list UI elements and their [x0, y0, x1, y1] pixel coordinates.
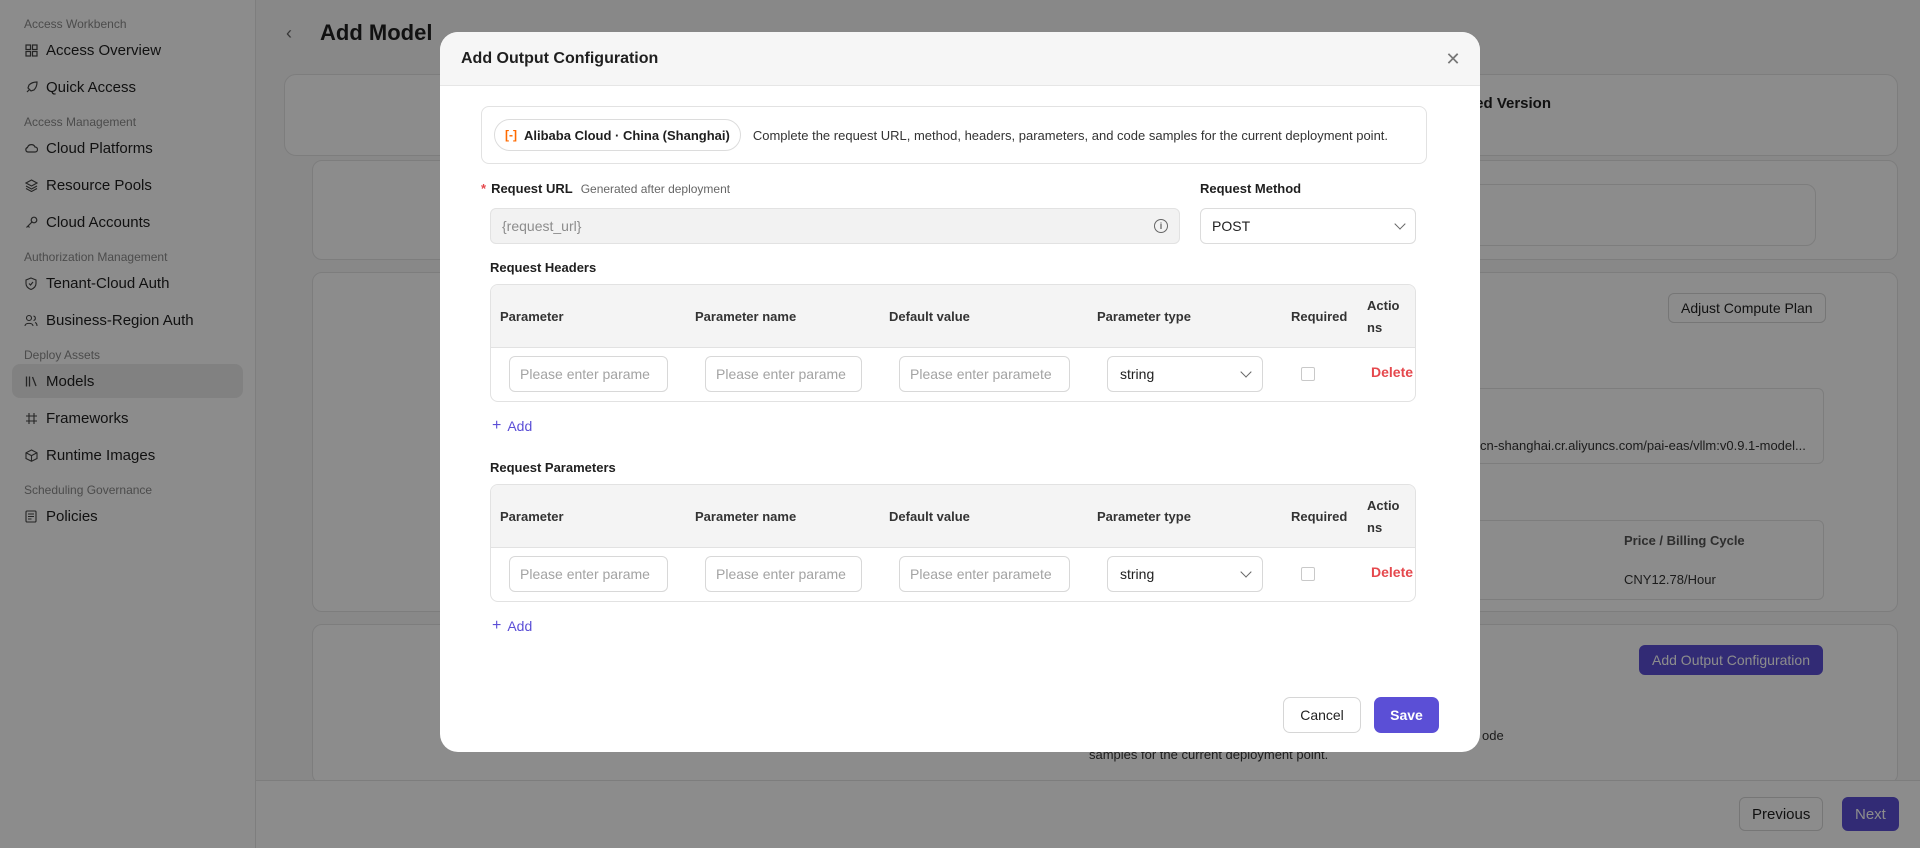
region-label: Alibaba Cloud · China (Shanghai)	[524, 127, 730, 143]
alibaba-cloud-icon: [-]	[505, 128, 517, 142]
parameter-input[interactable]: Please enter parame	[509, 556, 668, 592]
request-url-input[interactable]: {request_url} i	[490, 208, 1180, 244]
required-checkbox[interactable]	[1301, 367, 1315, 381]
parameter-type-value: string	[1120, 366, 1155, 382]
chevron-down-icon	[1240, 566, 1252, 578]
column-header: Parameter	[500, 308, 564, 324]
table-row: Please enter parame Please enter parame …	[491, 548, 1415, 601]
column-header: Parameter	[500, 508, 564, 524]
chevron-down-icon	[1394, 218, 1406, 230]
column-header: Default value	[889, 508, 970, 524]
request-url-value: {request_url}	[502, 218, 582, 234]
save-button[interactable]: Save	[1374, 697, 1439, 733]
request-url-label-text: Request URL	[491, 181, 573, 196]
request-method-select[interactable]: POST	[1200, 208, 1416, 244]
add-output-configuration-dialog: Add Output Configuration ✕ [-] Alibaba C…	[440, 32, 1480, 752]
column-header: Default value	[889, 308, 970, 324]
column-header: Required	[1291, 308, 1348, 324]
plus-icon: +	[492, 617, 502, 634]
region-chip: [-] Alibaba Cloud · China (Shanghai)	[494, 119, 741, 151]
column-header: Parameter name	[695, 508, 797, 524]
request-method-label: Request Method	[1200, 181, 1302, 196]
parameter-name-input[interactable]: Please enter parame	[705, 556, 862, 592]
request-url-hint: Generated after deployment	[580, 182, 731, 196]
required-checkbox[interactable]	[1301, 567, 1315, 581]
request-url-label: * Request URL Generated after deployment	[481, 181, 730, 196]
info-icon[interactable]: i	[1154, 219, 1168, 233]
column-header: Actio ns	[1367, 297, 1400, 335]
add-label: Add	[507, 618, 533, 634]
parameter-type-select[interactable]: string	[1107, 556, 1263, 592]
table-header: Parameter Parameter name Default value P…	[491, 285, 1415, 348]
chevron-down-icon	[1240, 366, 1252, 378]
deployment-info-box: [-] Alibaba Cloud · China (Shanghai) Com…	[481, 106, 1427, 164]
info-text: Complete the request URL, method, header…	[752, 127, 1389, 143]
dialog-title: Add Output Configuration	[461, 49, 659, 67]
request-headers-table: Parameter Parameter name Default value P…	[490, 284, 1416, 402]
default-value-input[interactable]: Please enter paramete	[899, 556, 1070, 592]
delete-button[interactable]: Delete	[1371, 564, 1413, 580]
request-headers-title: Request Headers	[490, 260, 597, 275]
required-asterisk: *	[481, 181, 487, 196]
default-value-input[interactable]: Please enter paramete	[899, 356, 1070, 392]
table-row: Please enter parame Please enter parame …	[491, 348, 1415, 401]
request-parameters-title: Request Parameters	[490, 460, 616, 475]
parameter-name-input[interactable]: Please enter parame	[705, 356, 862, 392]
delete-button[interactable]: Delete	[1371, 364, 1413, 380]
column-header: Parameter type	[1097, 308, 1191, 324]
add-header-button[interactable]: + Add	[492, 417, 532, 435]
dialog-header: Add Output Configuration	[440, 32, 1480, 86]
request-method-value: POST	[1212, 218, 1251, 234]
column-header: Required	[1291, 508, 1348, 524]
close-icon[interactable]: ✕	[1444, 50, 1462, 68]
add-label: Add	[507, 418, 533, 434]
parameter-type-value: string	[1120, 566, 1155, 582]
column-header: Parameter name	[695, 308, 797, 324]
plus-icon: +	[492, 417, 502, 434]
request-parameters-table: Parameter Parameter name Default value P…	[490, 484, 1416, 602]
cancel-button[interactable]: Cancel	[1283, 697, 1361, 733]
table-header: Parameter Parameter name Default value P…	[491, 485, 1415, 548]
column-header: Actio ns	[1367, 497, 1400, 535]
parameter-type-select[interactable]: string	[1107, 356, 1263, 392]
parameter-input[interactable]: Please enter parame	[509, 356, 668, 392]
add-parameter-button[interactable]: + Add	[492, 617, 532, 635]
column-header: Parameter type	[1097, 508, 1191, 524]
